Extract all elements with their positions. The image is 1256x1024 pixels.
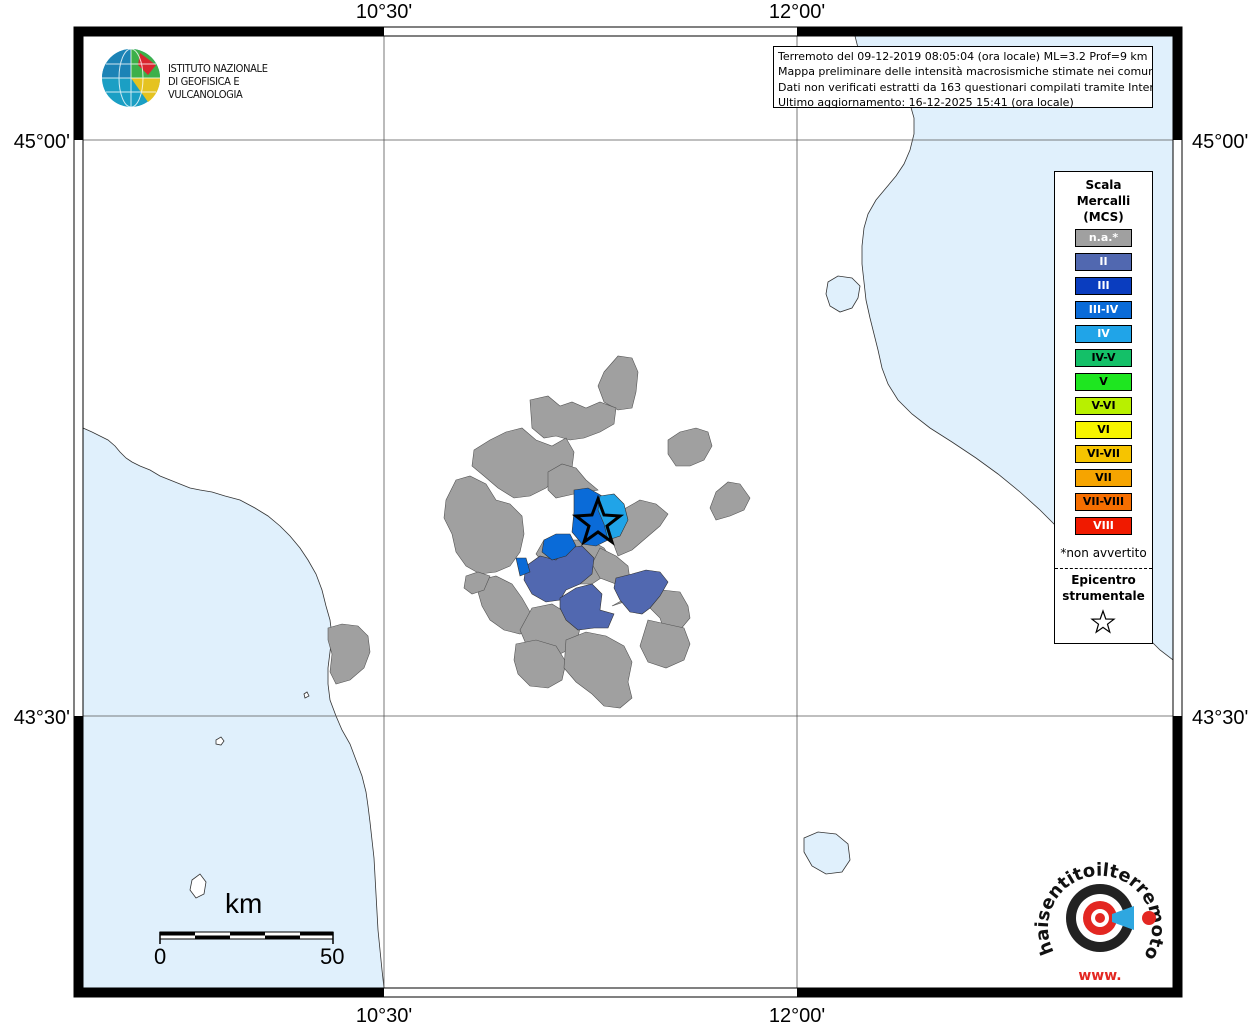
lon-label-bottom-2: 12°00' (769, 1005, 825, 1024)
legend-swatch-iii: III (1075, 277, 1132, 295)
event-info-line2: Mappa preliminare delle intensità macros… (778, 65, 1153, 79)
legend-title-line2: Mercalli (1076, 194, 1131, 208)
legend-title-line1: Scala (1085, 178, 1122, 192)
lat-label-left-1: 45°00' (14, 131, 70, 153)
lon-label-bottom-1: 10°30' (356, 1005, 412, 1024)
legend-swatch-ii: II (1075, 253, 1132, 271)
legend-epicentre-label: Epicentro strumentale (1055, 572, 1152, 604)
ingv-logo-line2: DI GEOFISICA E VULCANOLOGIA (168, 75, 243, 101)
legend-swatch-vii-viii: VII-VIII (1075, 493, 1132, 511)
event-info-line1: Terremoto del 09-12-2019 08:05:04 (ora l… (778, 50, 1148, 63)
legend-swatch-iii-iv: III-IV (1075, 301, 1132, 319)
epicentre-star-icon (1090, 609, 1116, 634)
legend-swatch-v: V (1075, 373, 1132, 391)
legend-epicentre-line2: strumentale (1062, 589, 1145, 603)
lon-label-top-1: 10°30' (356, 1, 412, 23)
legend-swatch-n-a: n.a.* (1075, 229, 1132, 247)
legend-swatch-vi-vii: VI-VII (1075, 445, 1132, 463)
event-info-line3: Dati non verificati estratti da 163 ques… (778, 80, 1153, 94)
legend-title-line3: (MCS) (1083, 210, 1124, 224)
hsit-logo-www: www. (1078, 968, 1121, 984)
legend-note: *non avvertito (1060, 546, 1147, 560)
scale-bar-start: 0 (154, 944, 167, 969)
legend-swatch-vii: VII (1075, 469, 1132, 487)
lon-label-top-2: 12°00' (769, 1, 825, 23)
hsit-logo: haisentitoilterremoto.it www. (1026, 832, 1170, 988)
scale-bar-end: 50 (320, 944, 345, 969)
legend-separator (1055, 568, 1152, 569)
lat-label-right-1: 45°00' (1192, 131, 1248, 153)
legend-swatch-v-vi: V-VI (1075, 397, 1132, 415)
legend-epicentre-line1: Epicentro (1071, 573, 1136, 587)
event-info-box: Terremoto del 09-12-2019 08:05:04 (ora l… (773, 46, 1153, 108)
globe-icon (102, 48, 161, 108)
legend-swatch-vi: VI (1075, 421, 1132, 439)
legend-swatch-iv-v: IV-V (1075, 349, 1132, 367)
scale-bar-unit: km (225, 888, 263, 919)
legend-swatch-viii: VIII (1075, 517, 1132, 535)
mcs-legend: Scala Mercalli (MCS) n.a.* II III III-IV IV I… (1054, 171, 1153, 644)
scale-bar: km 0 50 (150, 888, 350, 978)
ingv-logo: ISTITUTO NAZIONALE DI GEOFISICA E VULCAN… (100, 46, 330, 110)
legend-swatch-iv: IV (1075, 325, 1132, 343)
lat-label-right-2: 43°30' (1192, 707, 1248, 729)
ingv-logo-line1: ISTITUTO NAZIONALE (168, 62, 268, 75)
legend-title: Scala Mercalli (MCS) (1055, 177, 1152, 225)
event-info-line4: Ultimo aggiornamento: 16-12-2025 15:41 (… (778, 96, 1074, 108)
lat-label-left-2: 43°30' (14, 707, 70, 729)
hsit-logo-graphic: haisentitoilterremoto.it www. (1026, 832, 1169, 984)
